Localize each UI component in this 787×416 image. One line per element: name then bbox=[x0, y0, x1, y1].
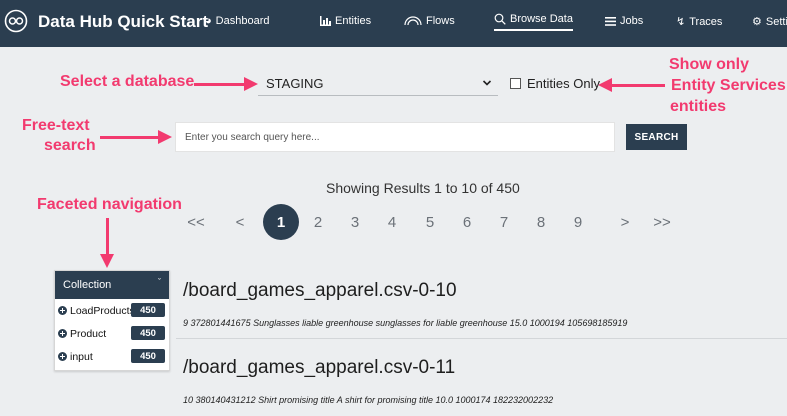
facet-count-badge: 450 bbox=[131, 303, 165, 317]
annotation-faceted-navigation: Faceted navigation bbox=[37, 196, 182, 213]
plus-circle-icon bbox=[58, 306, 67, 315]
facet-item-input[interactable]: input 450 bbox=[55, 345, 169, 368]
app-title: Data Hub Quick Start bbox=[38, 12, 209, 31]
annotation-arrow-facet bbox=[100, 218, 114, 268]
search-input[interactable] bbox=[175, 122, 615, 152]
facet-item-product[interactable]: Product 450 bbox=[55, 322, 169, 345]
annotation-show-only-line3: entities bbox=[670, 98, 727, 115]
pagination-page-8[interactable]: 8 bbox=[531, 204, 551, 240]
search-icon bbox=[494, 13, 506, 25]
pagination-page-1[interactable]: 1 bbox=[263, 204, 299, 240]
nav-traces[interactable]: ↯ Traces bbox=[676, 15, 723, 29]
nav-entities-label: Entities bbox=[335, 15, 372, 27]
nav-entities[interactable]: Entities bbox=[320, 15, 371, 27]
flows-icon bbox=[404, 16, 422, 26]
annotation-arrow-entities bbox=[598, 78, 665, 92]
entities-only-checkbox[interactable] bbox=[510, 78, 521, 89]
results-summary: Showing Results 1 to 10 of 450 bbox=[326, 180, 520, 196]
chevron-down-icon bbox=[482, 80, 492, 86]
pagination: << < 1 2 3 4 5 6 7 8 9 > >> bbox=[180, 204, 700, 240]
pagination-page-2[interactable]: 2 bbox=[308, 204, 328, 240]
facet-header-label: Collection bbox=[63, 279, 112, 291]
nav-flows-label: Flows bbox=[426, 15, 455, 27]
annotation-arrow-search bbox=[100, 130, 172, 144]
result-title[interactable]: /board_games_apparel.csv-0-11 bbox=[183, 357, 455, 379]
nav-browse-data-label: Browse Data bbox=[510, 13, 573, 25]
list-icon bbox=[605, 16, 616, 26]
facet-item-loadproducts[interactable]: LoadProducts 450 bbox=[55, 299, 169, 322]
nav-flows[interactable]: Flows bbox=[404, 15, 455, 27]
nav-traces-label: Traces bbox=[689, 15, 723, 28]
facet-item-label: Product bbox=[70, 327, 107, 340]
pagination-page-4[interactable]: 4 bbox=[382, 204, 402, 240]
facet-item-label: input bbox=[70, 350, 93, 363]
pagination-first[interactable]: << bbox=[186, 204, 206, 240]
nav-jobs[interactable]: Jobs bbox=[605, 15, 643, 27]
bar-chart-icon bbox=[320, 16, 331, 26]
entities-only-toggle[interactable]: Entities Only bbox=[510, 76, 600, 91]
pagination-page-9[interactable]: 9 bbox=[568, 204, 588, 240]
result-snippet: 9 372801441675 Sunglasses liable greenho… bbox=[183, 318, 628, 328]
result-title[interactable]: /board_games_apparel.csv-0-10 bbox=[183, 280, 457, 302]
annotation-select-database: Select a database bbox=[60, 73, 195, 90]
database-select[interactable]: STAGING bbox=[258, 72, 498, 96]
facet-panel-collection: Collection ˇ LoadProducts 450 Product 45… bbox=[54, 270, 170, 371]
facet-header[interactable]: Collection ˇ bbox=[55, 271, 169, 299]
nav-dashboard[interactable]: ◕ Dashboard bbox=[205, 15, 269, 27]
annotation-show-only-line2: Entity Services bbox=[671, 77, 786, 94]
annotation-show-only-line1: Show only bbox=[669, 56, 749, 73]
dashboard-icon: ◕ bbox=[205, 15, 212, 27]
result-divider bbox=[176, 338, 787, 339]
nav-browse-data[interactable]: Browse Data bbox=[494, 13, 573, 31]
data-hub-logo-icon[interactable] bbox=[4, 9, 28, 33]
database-select-value: STAGING bbox=[266, 76, 324, 91]
search-button[interactable]: SEARCH bbox=[626, 124, 687, 150]
bolt-icon: ↯ bbox=[676, 16, 686, 28]
annotation-free-text-line2: search bbox=[44, 137, 96, 154]
nav-settings[interactable]: ⚙ Setti bbox=[752, 15, 787, 29]
chevron-down-icon: ˇ bbox=[158, 277, 161, 287]
plus-circle-icon bbox=[58, 329, 67, 338]
facet-item-label: LoadProducts bbox=[70, 304, 135, 317]
nav-jobs-label: Jobs bbox=[620, 15, 644, 27]
annotation-free-text-line1: Free-text bbox=[22, 117, 90, 134]
result-snippet: 10 380140431212 Shirt promising title A … bbox=[183, 395, 554, 405]
plus-circle-icon bbox=[58, 352, 67, 361]
pagination-page-5[interactable]: 5 bbox=[420, 204, 440, 240]
pagination-next[interactable]: > bbox=[615, 204, 635, 240]
pagination-last[interactable]: >> bbox=[652, 204, 672, 240]
pagination-page-6[interactable]: 6 bbox=[457, 204, 477, 240]
annotation-arrow-database bbox=[194, 77, 258, 91]
nav-dashboard-label: Dashboard bbox=[215, 15, 270, 27]
gear-icon: ⚙ bbox=[752, 16, 762, 28]
pagination-page-3[interactable]: 3 bbox=[345, 204, 365, 240]
top-navbar: Data Hub Quick Start ◕ Dashboard Entitie… bbox=[0, 0, 787, 47]
entities-only-label: Entities Only bbox=[527, 76, 600, 91]
facet-count-badge: 450 bbox=[131, 349, 165, 363]
facet-count-badge: 450 bbox=[131, 326, 165, 340]
nav-settings-label: Setti bbox=[765, 15, 787, 28]
pagination-page-7[interactable]: 7 bbox=[494, 204, 514, 240]
pagination-prev[interactable]: < bbox=[230, 204, 250, 240]
